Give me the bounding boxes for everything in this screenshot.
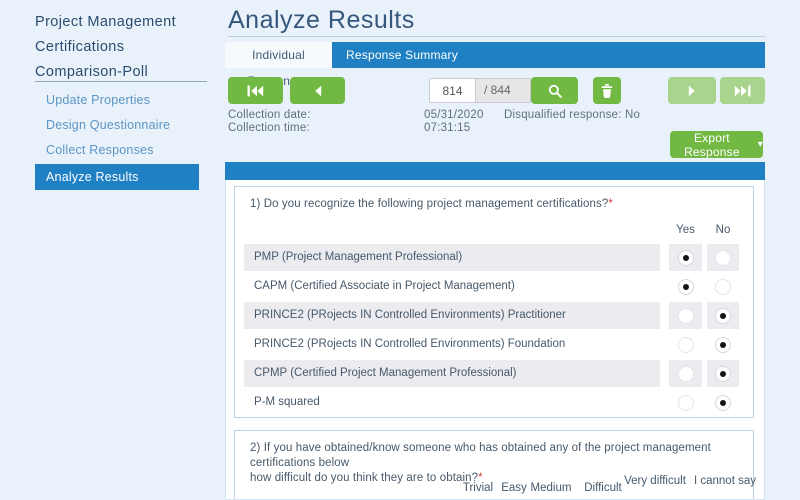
radio-yes[interactable] — [677, 336, 694, 353]
collection-date-value: 05/31/2020 — [424, 109, 484, 121]
poll-title: Project Management Certifications Compar… — [35, 14, 176, 80]
next-response-button[interactable] — [668, 77, 716, 104]
answer-cell-yes — [669, 273, 702, 300]
certification-label: PRINCE2 (PRojects IN Controlled Environm… — [244, 302, 660, 329]
response-total-label: / 844 — [476, 78, 531, 103]
search-icon — [548, 84, 562, 98]
sidebar-item-collect-responses[interactable]: Collect Responses — [35, 138, 199, 163]
question-1-title: 1) Do you recognize the following projec… — [250, 198, 613, 210]
certification-row: CAPM (Certified Associate in Project Man… — [244, 273, 739, 300]
answer-cell-no — [707, 302, 739, 329]
radio-yes-selected[interactable] — [677, 249, 694, 266]
sidebar-item-design-questionnaire[interactable]: Design Questionnaire — [35, 113, 199, 138]
chevron-left-icon — [314, 85, 321, 96]
answer-cell-yes — [669, 331, 702, 358]
certification-label: CAPM (Certified Associate in Project Man… — [254, 280, 515, 292]
last-response-button[interactable] — [720, 77, 765, 104]
column-header-yes: Yes — [676, 224, 695, 236]
questionnaire-header-bar — [225, 162, 765, 180]
radio-yes[interactable] — [677, 365, 694, 382]
certification-label: PMP (Project Management Professional) — [244, 244, 660, 271]
certification-label: PRINCE2 (PRojects IN Controlled Environm… — [254, 338, 566, 350]
tab-individual-responses[interactable]: Individual Responses — [225, 42, 332, 88]
radio-no-selected[interactable] — [715, 307, 731, 324]
chevron-right-icon — [688, 85, 695, 96]
certification-row: P-M squared — [244, 389, 739, 416]
collection-time-label: Collection time: — [228, 122, 310, 134]
skip-first-icon — [247, 85, 264, 96]
radio-no-selected[interactable] — [715, 394, 731, 411]
tab-bar: Individual Responses Response Summary — [225, 42, 765, 88]
go-to-response-button[interactable] — [531, 77, 578, 104]
title-divider — [228, 36, 765, 37]
previous-response-button[interactable] — [290, 77, 345, 104]
difficulty-header-i-cannot-say: I cannot say — [693, 475, 756, 487]
answer-cell-yes — [669, 389, 702, 416]
question-1-box: 1) Do you recognize the following projec… — [234, 186, 754, 418]
app-window: Project Management Certifications Compar… — [0, 0, 800, 500]
sidebar-divider — [35, 81, 207, 82]
certification-row: PRINCE2 (PRojects IN Controlled Environm… — [244, 331, 739, 358]
difficulty-header-very-difficult: Very difficult — [624, 475, 686, 487]
answer-cell-yes — [669, 302, 702, 329]
collection-time-value: 07:31:15 — [424, 122, 471, 134]
radio-no[interactable] — [715, 278, 731, 295]
tab-response-summary[interactable]: Response Summary — [332, 42, 458, 68]
answer-cell-yes — [669, 244, 702, 271]
radio-no[interactable] — [715, 249, 731, 266]
certification-row: PMP (Project Management Professional) — [244, 244, 739, 271]
answer-cell-no — [707, 273, 739, 300]
answer-cell-no — [707, 389, 739, 416]
trash-icon — [601, 83, 613, 98]
radio-yes[interactable] — [677, 307, 694, 324]
answer-cell-no — [707, 331, 739, 358]
certification-row: CPMP (Certified Project Management Profe… — [244, 360, 739, 387]
certification-label: CPMP (Certified Project Management Profe… — [244, 360, 660, 387]
sidebar-item-update-properties[interactable]: Update Properties — [35, 88, 199, 113]
answer-cell-no — [707, 360, 739, 387]
sidebar-item-analyze-results[interactable]: Analyze Results — [35, 164, 199, 190]
response-number-input[interactable] — [429, 78, 476, 103]
question-2-box: 2) If you have obtained/know someone who… — [234, 430, 756, 499]
radio-no-selected[interactable] — [715, 336, 731, 353]
export-response-button[interactable]: Export Response ▾ — [670, 130, 763, 159]
delete-response-button[interactable] — [593, 77, 621, 104]
certification-rows: PMP (Project Management Professional) CAP… — [244, 244, 739, 418]
page-title: Analyze Results — [228, 6, 415, 34]
radio-yes[interactable] — [677, 394, 694, 411]
skip-last-icon — [734, 85, 751, 96]
radio-no-selected[interactable] — [715, 365, 731, 382]
certification-row: PRINCE2 (PRojects IN Controlled Environm… — [244, 302, 739, 329]
export-response-label: Export Response — [684, 130, 740, 159]
column-header-no: No — [715, 224, 731, 236]
answer-cell-no — [707, 244, 739, 271]
collection-date-label: Collection date: — [228, 109, 311, 121]
radio-yes-selected[interactable] — [677, 278, 694, 295]
disqualified-response-label: Disqualified response: No — [504, 109, 641, 121]
answer-cell-yes — [669, 360, 702, 387]
required-mark: * — [608, 198, 613, 210]
certification-label: P-M squared — [254, 396, 320, 408]
first-response-button[interactable] — [228, 77, 283, 104]
chevron-down-icon: ▾ — [757, 138, 763, 150]
response-panel: 1) Do you recognize the following projec… — [225, 180, 765, 500]
